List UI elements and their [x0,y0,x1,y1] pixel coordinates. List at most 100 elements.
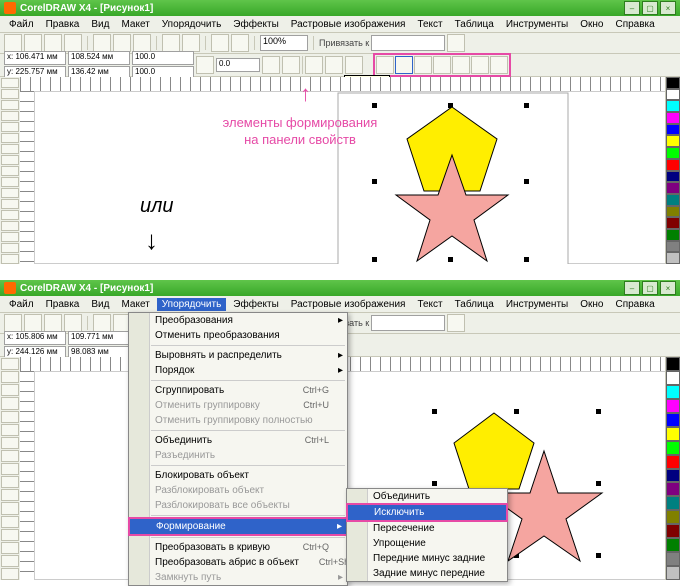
zoom-tool[interactable] [1,397,19,409]
obj-x[interactable]: x: 106.471 мм [4,51,66,65]
pbar-btn-c[interactable] [345,56,363,74]
swatch[interactable] [666,206,680,218]
trim-button[interactable] [395,56,413,74]
mi-break-apart[interactable]: Разъединить [129,448,347,463]
mi-transform[interactable]: Преобразования▸ [129,313,347,328]
maximize-button[interactable]: ▢ [642,281,658,295]
ellipse-tool[interactable] [1,155,19,165]
snap-combo[interactable] [371,35,445,51]
swatch[interactable] [666,552,680,566]
mi-trim[interactable]: Исключить [346,503,508,522]
pick-tool[interactable] [1,358,19,370]
freehand-tool[interactable] [1,411,19,423]
interactive-fill-tool[interactable] [1,568,19,580]
print-button[interactable] [64,34,82,52]
save-button[interactable] [44,314,62,332]
obj-x[interactable]: x: 105.806 мм [4,331,66,345]
simplify-button[interactable] [433,56,451,74]
freehand-tool[interactable] [1,122,19,132]
pbar-btn-a[interactable] [305,56,323,74]
ellipse-tool[interactable] [1,450,19,462]
swatch[interactable] [666,482,680,496]
text-tool[interactable] [1,489,19,501]
close-button[interactable]: × [660,1,676,15]
zoom-tool[interactable] [1,111,19,121]
text-tool[interactable] [1,188,19,198]
intersect-button[interactable] [414,56,432,74]
menu-effects[interactable]: Эффекты [228,18,283,31]
new-button[interactable] [4,314,22,332]
mi-unlock-all[interactable]: Разблокировать все объекты [129,498,347,513]
eyedropper-tool[interactable] [1,221,19,231]
export-button[interactable] [231,34,249,52]
menu-view[interactable]: Вид [86,18,114,31]
swatch[interactable] [666,510,680,524]
rotation[interactable]: 0.0 [216,58,260,72]
crop-tool[interactable] [1,384,19,396]
mi-ungroup-all[interactable]: Отменить группировку полностью [129,413,347,428]
mirror-h-button[interactable] [262,56,280,74]
pick-tool[interactable] [1,78,19,88]
maximize-button[interactable]: ▢ [642,1,658,15]
front-minus-back-button[interactable] [452,56,470,74]
basic-shapes-tool[interactable] [1,476,19,488]
swatch[interactable] [666,566,680,580]
mi-front-minus-back[interactable]: Передние минус задние [347,551,507,566]
mi-weld[interactable]: Объединить [347,489,507,504]
rectangle-tool[interactable] [1,437,19,449]
cut-button[interactable] [93,314,111,332]
new-button[interactable] [4,34,22,52]
swatch[interactable] [666,357,680,371]
basic-shapes-tool[interactable] [1,177,19,187]
mi-group[interactable]: СгруппироватьCtrl+G [129,383,347,398]
back-minus-front-button[interactable] [471,56,489,74]
snap-combo[interactable] [371,315,445,331]
swatch[interactable] [666,252,680,264]
menu-edit[interactable]: Правка [41,298,85,311]
mi-close-path[interactable]: Замкнуть путь▸ [129,570,347,585]
weld-button[interactable] [376,56,394,74]
swatch[interactable] [666,171,680,183]
menu-view[interactable]: Вид [86,298,114,311]
pbar-btn-b[interactable] [325,56,343,74]
undo-button[interactable] [162,34,180,52]
interactive-fill-tool[interactable] [1,254,19,264]
fill-tool[interactable] [1,243,19,253]
swatch[interactable] [666,112,680,124]
swatch[interactable] [666,385,680,399]
swatch[interactable] [666,194,680,206]
paste-button[interactable] [133,34,151,52]
import-button[interactable] [211,34,229,52]
mi-shaping[interactable]: Формирование▸ [128,517,348,536]
mirror-v-button[interactable] [282,56,300,74]
swatch[interactable] [666,159,680,171]
copy-button[interactable] [113,34,131,52]
menu-text[interactable]: Текст [412,298,447,311]
table-tool[interactable] [1,199,19,209]
shape-tool[interactable] [1,89,19,99]
menu-macet[interactable]: Макет [116,18,154,31]
polygon-tool[interactable] [1,463,19,475]
swatch[interactable] [666,89,680,101]
swatch[interactable] [666,135,680,147]
swatch[interactable] [666,147,680,159]
swatch[interactable] [666,538,680,552]
menu-macet[interactable]: Макет [116,298,154,311]
mi-order[interactable]: Порядок▸ [129,363,347,378]
swatch[interactable] [666,77,680,89]
mi-ungroup[interactable]: Отменить группировкуCtrl+U [129,398,347,413]
menu-arrange[interactable]: Упорядочить [157,18,227,31]
swatch[interactable] [666,124,680,136]
mi-clear-transform[interactable]: Отменить преобразования [129,328,347,343]
rectangle-tool[interactable] [1,144,19,154]
menu-edit[interactable]: Правка [41,18,85,31]
fill-tool[interactable] [1,555,19,567]
mi-back-minus-front[interactable]: Задние минус передние [347,566,507,581]
swatch[interactable] [666,524,680,538]
menu-file[interactable]: Файл [4,298,39,311]
print-button[interactable] [64,314,82,332]
swatch[interactable] [666,441,680,455]
menu-window[interactable]: Окно [575,18,608,31]
cut-button[interactable] [93,34,111,52]
menu-arrange[interactable]: Упорядочить [157,298,227,311]
